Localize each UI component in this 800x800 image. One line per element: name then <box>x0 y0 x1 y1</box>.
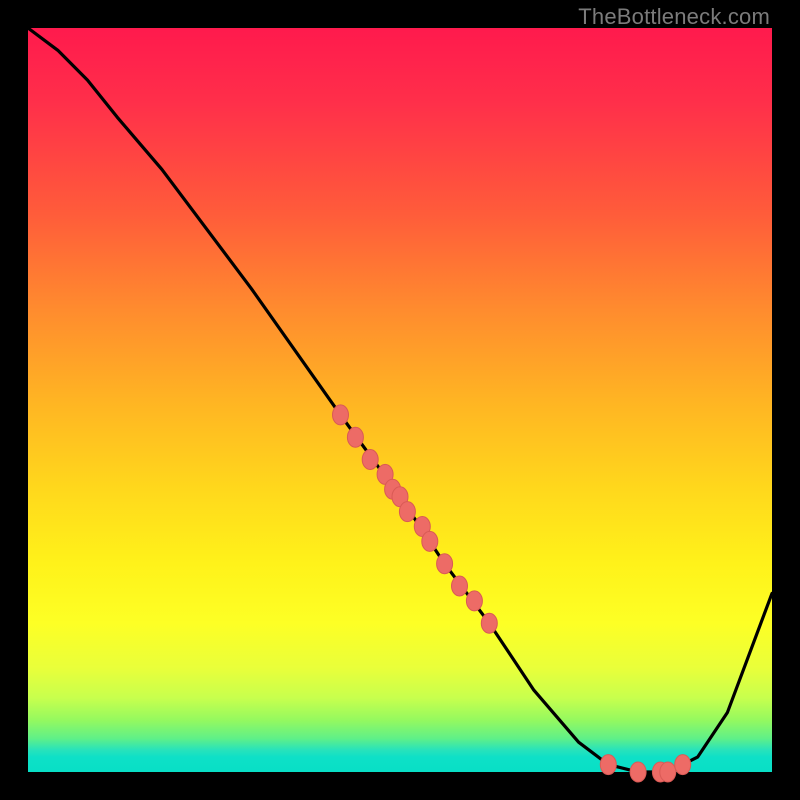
curve-marker <box>399 502 415 522</box>
curve-marker <box>600 755 616 775</box>
curve-markers-group <box>333 405 691 782</box>
curve-marker <box>422 531 438 551</box>
curve-marker <box>362 450 378 470</box>
chart-svg <box>28 28 772 772</box>
curve-marker <box>675 755 691 775</box>
curve-marker <box>347 427 363 447</box>
curve-marker <box>437 554 453 574</box>
plot-gradient-background <box>28 28 772 772</box>
chart-container: TheBottleneck.com <box>0 0 800 800</box>
curve-marker <box>466 591 482 611</box>
bottleneck-curve <box>28 28 772 772</box>
curve-marker <box>481 613 497 633</box>
curve-marker <box>452 576 468 596</box>
curve-marker <box>660 762 676 782</box>
watermark-text: TheBottleneck.com <box>578 4 770 30</box>
curve-marker <box>333 405 349 425</box>
curve-marker <box>630 762 646 782</box>
